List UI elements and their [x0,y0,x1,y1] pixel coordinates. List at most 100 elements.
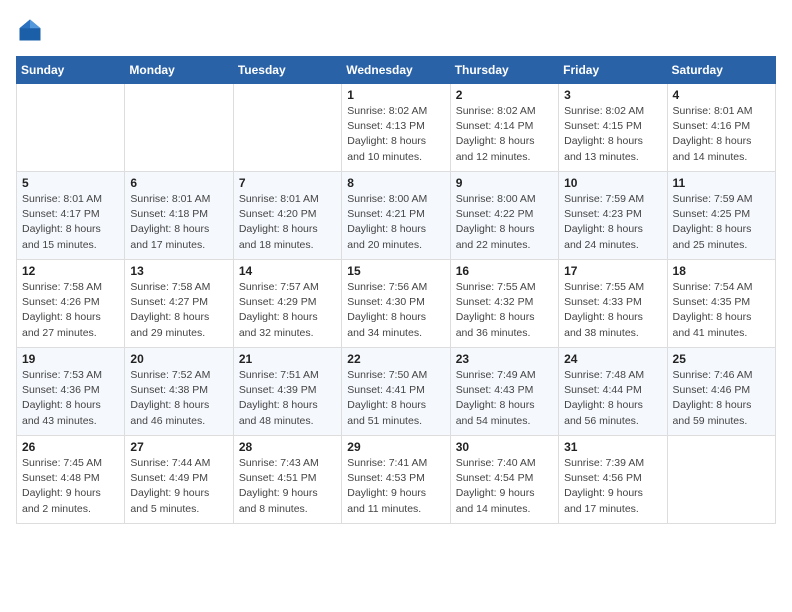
calendar-cell: 13 Sunrise: 7:58 AMSunset: 4:27 PMDayligh… [125,260,233,348]
calendar-cell: 12Sunrise: 7:58 AMSunset: 4:26 PMDayligh… [17,260,125,348]
day-info: Sunrise: 7:55 AMSunset: 4:32 PMDaylight:… [456,280,553,341]
day-info: Sunrise: 7:52 AMSunset: 4:38 PMDaylight:… [130,368,227,429]
calendar-cell: 6 Sunrise: 8:01 AMSunset: 4:18 PMDaylight… [125,172,233,260]
day-number: 20 [130,352,227,366]
calendar-cell: 7 Sunrise: 8:01 AMSunset: 4:20 PMDaylight… [233,172,341,260]
weekday-header-sunday: Sunday [17,57,125,84]
day-info: Sunrise: 8:00 AMSunset: 4:22 PMDaylight:… [456,192,553,253]
calendar-cell: 28Sunrise: 7:43 AMSunset: 4:51 PMDayligh… [233,436,341,524]
day-number: 31 [564,440,661,454]
day-info: Sunrise: 8:01 AMSunset: 4:20 PMDaylight:… [239,192,336,253]
day-number: 24 [564,352,661,366]
day-number: 28 [239,440,336,454]
day-info: Sunrise: 7:45 AMSunset: 4:48 PMDaylight:… [22,456,119,517]
day-info: Sunrise: 7:41 AMSunset: 4:53 PMDaylight:… [347,456,444,517]
day-number: 5 [22,176,119,190]
day-number: 7 [239,176,336,190]
day-info: Sunrise: 7:39 AMSunset: 4:56 PMDaylight:… [564,456,661,517]
day-number: 11 [673,176,770,190]
calendar-week-row: 5 Sunrise: 8:01 AMSunset: 4:17 PMDaylight… [17,172,776,260]
calendar-table: SundayMondayTuesdayWednesdayThursdayFrid… [16,56,776,524]
calendar-cell [17,84,125,172]
calendar-cell: 18Sunrise: 7:54 AMSunset: 4:35 PMDayligh… [667,260,775,348]
day-number: 25 [673,352,770,366]
calendar-cell: 9 Sunrise: 8:00 AMSunset: 4:22 PMDaylight… [450,172,558,260]
calendar-cell: 4Sunrise: 8:01 AMSunset: 4:16 PMDaylight… [667,84,775,172]
day-info: Sunrise: 7:40 AMSunset: 4:54 PMDaylight:… [456,456,553,517]
day-number: 1 [347,88,444,102]
calendar-cell: 10Sunrise: 7:59 AMSunset: 4:23 PMDayligh… [559,172,667,260]
calendar-cell [667,436,775,524]
calendar-cell: 5 Sunrise: 8:01 AMSunset: 4:17 PMDaylight… [17,172,125,260]
day-info: Sunrise: 8:02 AMSunset: 4:13 PMDaylight:… [347,104,444,165]
day-info: Sunrise: 7:50 AMSunset: 4:41 PMDaylight:… [347,368,444,429]
weekday-header-friday: Friday [559,57,667,84]
calendar-cell: 1 Sunrise: 8:02 AMSunset: 4:13 PMDaylight… [342,84,450,172]
day-number: 26 [22,440,119,454]
calendar-cell: 29 Sunrise: 7:41 AMSunset: 4:53 PMDayligh… [342,436,450,524]
day-number: 12 [22,264,119,278]
day-number: 17 [564,264,661,278]
day-number: 16 [456,264,553,278]
calendar-cell: 30 Sunrise: 7:40 AMSunset: 4:54 PMDayligh… [450,436,558,524]
calendar-cell: 31 Sunrise: 7:39 AMSunset: 4:56 PMDayligh… [559,436,667,524]
day-info: Sunrise: 8:02 AMSunset: 4:14 PMDaylight:… [456,104,553,165]
calendar-header-row: SundayMondayTuesdayWednesdayThursdayFrid… [17,57,776,84]
calendar-cell [233,84,341,172]
weekday-header-wednesday: Wednesday [342,57,450,84]
day-info: Sunrise: 8:00 AMSunset: 4:21 PMDaylight:… [347,192,444,253]
day-number: 9 [456,176,553,190]
day-number: 15 [347,264,444,278]
calendar-week-row: 19 Sunrise: 7:53 AMSunset: 4:36 PMDayligh… [17,348,776,436]
day-number: 8 [347,176,444,190]
calendar-cell: 25 Sunrise: 7:46 AMSunset: 4:46 PMDayligh… [667,348,775,436]
calendar-cell: 16 Sunrise: 7:55 AMSunset: 4:32 PMDayligh… [450,260,558,348]
weekday-header-thursday: Thursday [450,57,558,84]
calendar-cell: 15 Sunrise: 7:56 AMSunset: 4:30 PMDayligh… [342,260,450,348]
day-number: 3 [564,88,661,102]
day-info: Sunrise: 7:58 AMSunset: 4:27 PMDaylight:… [130,280,227,341]
day-info: Sunrise: 7:51 AMSunset: 4:39 PMDaylight:… [239,368,336,429]
calendar-cell: 23Sunrise: 7:49 AMSunset: 4:43 PMDayligh… [450,348,558,436]
day-number: 30 [456,440,553,454]
day-number: 13 [130,264,227,278]
calendar-week-row: 12Sunrise: 7:58 AMSunset: 4:26 PMDayligh… [17,260,776,348]
logo [16,16,48,44]
day-number: 6 [130,176,227,190]
day-info: Sunrise: 8:01 AMSunset: 4:18 PMDaylight:… [130,192,227,253]
day-number: 14 [239,264,336,278]
day-info: Sunrise: 7:44 AMSunset: 4:49 PMDaylight:… [130,456,227,517]
calendar-cell: 24 Sunrise: 7:48 AMSunset: 4:44 PMDayligh… [559,348,667,436]
page-header [16,16,776,44]
day-number: 10 [564,176,661,190]
day-number: 22 [347,352,444,366]
day-info: Sunrise: 7:53 AMSunset: 4:36 PMDaylight:… [22,368,119,429]
day-info: Sunrise: 8:01 AMSunset: 4:17 PMDaylight:… [22,192,119,253]
day-info: Sunrise: 7:49 AMSunset: 4:43 PMDaylight:… [456,368,553,429]
day-info: Sunrise: 7:54 AMSunset: 4:35 PMDaylight:… [673,280,770,341]
calendar-cell: 8 Sunrise: 8:00 AMSunset: 4:21 PMDaylight… [342,172,450,260]
day-info: Sunrise: 7:55 AMSunset: 4:33 PMDaylight:… [564,280,661,341]
calendar-week-row: 26 Sunrise: 7:45 AMSunset: 4:48 PMDayligh… [17,436,776,524]
day-info: Sunrise: 7:57 AMSunset: 4:29 PMDaylight:… [239,280,336,341]
calendar-cell: 22 Sunrise: 7:50 AMSunset: 4:41 PMDayligh… [342,348,450,436]
day-info: Sunrise: 7:48 AMSunset: 4:44 PMDaylight:… [564,368,661,429]
calendar-cell: 3 Sunrise: 8:02 AMSunset: 4:15 PMDaylight… [559,84,667,172]
day-info: Sunrise: 7:56 AMSunset: 4:30 PMDaylight:… [347,280,444,341]
weekday-header-saturday: Saturday [667,57,775,84]
day-number: 2 [456,88,553,102]
day-number: 19 [22,352,119,366]
day-info: Sunrise: 8:02 AMSunset: 4:15 PMDaylight:… [564,104,661,165]
calendar-cell: 11 Sunrise: 7:59 AMSunset: 4:25 PMDayligh… [667,172,775,260]
calendar-cell: 20 Sunrise: 7:52 AMSunset: 4:38 PMDayligh… [125,348,233,436]
calendar-cell: 21 Sunrise: 7:51 AMSunset: 4:39 PMDayligh… [233,348,341,436]
day-number: 29 [347,440,444,454]
calendar-cell: 27 Sunrise: 7:44 AMSunset: 4:49 PMDayligh… [125,436,233,524]
calendar-cell: 17 Sunrise: 7:55 AMSunset: 4:33 PMDayligh… [559,260,667,348]
day-number: 27 [130,440,227,454]
day-number: 21 [239,352,336,366]
calendar-cell: 19 Sunrise: 7:53 AMSunset: 4:36 PMDayligh… [17,348,125,436]
day-info: Sunrise: 7:46 AMSunset: 4:46 PMDaylight:… [673,368,770,429]
weekday-header-monday: Monday [125,57,233,84]
day-info: Sunrise: 7:59 AMSunset: 4:25 PMDaylight:… [673,192,770,253]
